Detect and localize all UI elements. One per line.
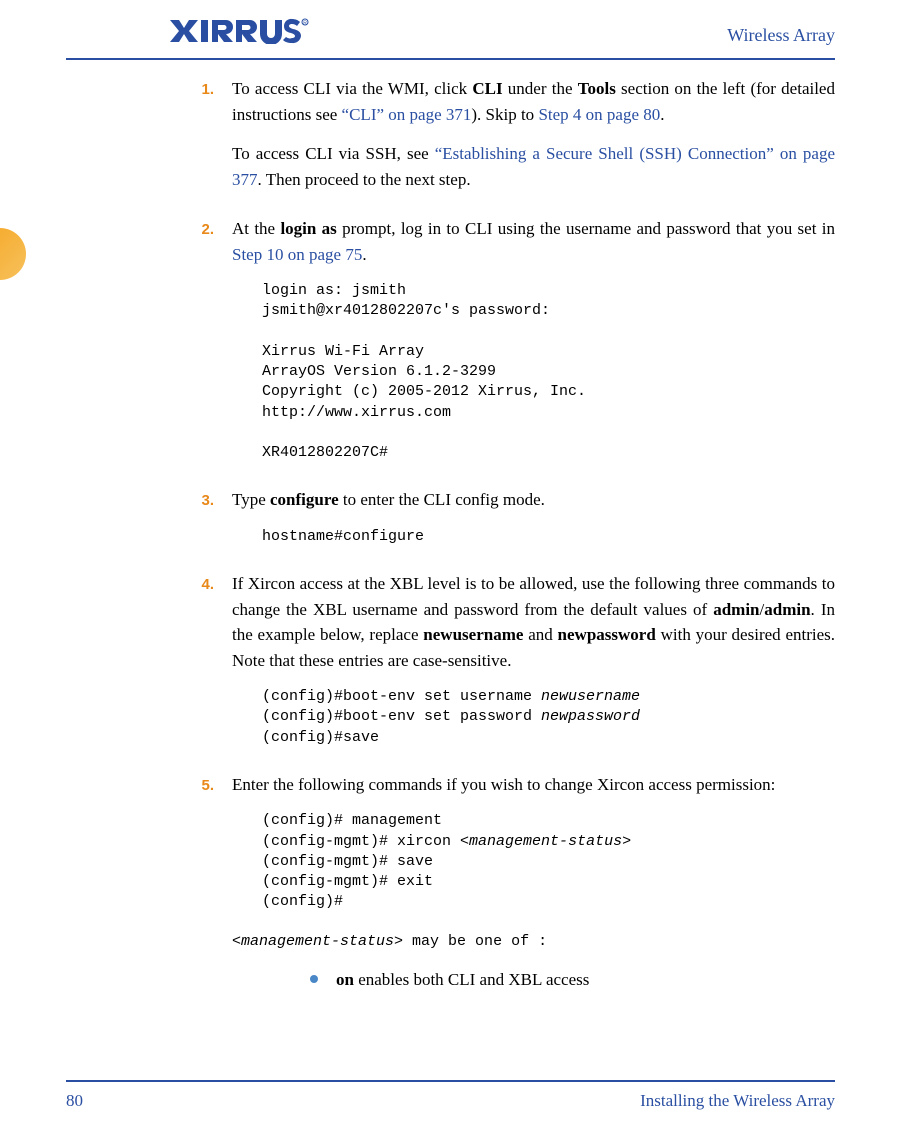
xirrus-logo-icon: R xyxy=(170,18,310,44)
link-step-4-page-80[interactable]: Step 4 on page 80 xyxy=(538,105,660,124)
step-number: 4. xyxy=(166,571,232,597)
main-content: 1. To access CLI via the WMI, click CLI … xyxy=(166,76,835,993)
step-3: 3. Type configure to enter the CLI confi… xyxy=(166,487,835,561)
step-5-code: (config)# management (config-mgmt)# xirc… xyxy=(262,811,835,912)
step-1-p1: To access CLI via the WMI, click CLI und… xyxy=(232,76,835,127)
step-5: 5. Enter the following commands if you w… xyxy=(166,772,835,993)
bullet-icon xyxy=(310,975,318,983)
bullet-item: on enables both CLI and XBL access xyxy=(310,967,835,993)
page-number: 80 xyxy=(66,1088,83,1114)
page-tab-decoration xyxy=(0,228,26,280)
bullet-text: on enables both CLI and XBL access xyxy=(336,967,589,993)
step-number: 3. xyxy=(166,487,232,513)
step-5-p1: Enter the following commands if you wish… xyxy=(232,772,835,798)
footer-section-title: Installing the Wireless Array xyxy=(640,1088,835,1114)
step-2: 2. At the login as prompt, log in to CLI… xyxy=(166,216,835,477)
step-number: 2. xyxy=(166,216,232,242)
step-4: 4. If Xircon access at the XBL level is … xyxy=(166,571,835,762)
step-4-code: (config)#boot-env set username newuserna… xyxy=(262,687,835,748)
svg-text:R: R xyxy=(303,21,307,27)
step-3-p1: Type configure to enter the CLI config m… xyxy=(232,487,835,513)
step-number: 1. xyxy=(166,76,232,102)
step-2-p1: At the login as prompt, log in to CLI us… xyxy=(232,216,835,267)
page-header: R Wireless Array xyxy=(66,24,835,60)
step-1-p2: To access CLI via SSH, see “Establishing… xyxy=(232,141,835,192)
step-4-p1: If Xircon access at the XBL level is to … xyxy=(232,571,835,673)
step-number: 5. xyxy=(166,772,232,798)
step-2-code: login as: jsmith jsmith@xr4012802207c's … xyxy=(262,281,835,463)
step-1: 1. To access CLI via the WMI, click CLI … xyxy=(166,76,835,206)
header-title: Wireless Array xyxy=(727,22,835,49)
link-step-10-page-75[interactable]: Step 10 on page 75 xyxy=(232,245,362,264)
step-3-code: hostname#configure xyxy=(262,527,835,547)
link-cli-page-371[interactable]: “CLI” on page 371 xyxy=(342,105,472,124)
xirrus-logo: R xyxy=(170,18,310,44)
step-5-p2: <management-status> may be one of : xyxy=(232,927,835,954)
page-footer: 80 Installing the Wireless Array xyxy=(66,1080,835,1114)
